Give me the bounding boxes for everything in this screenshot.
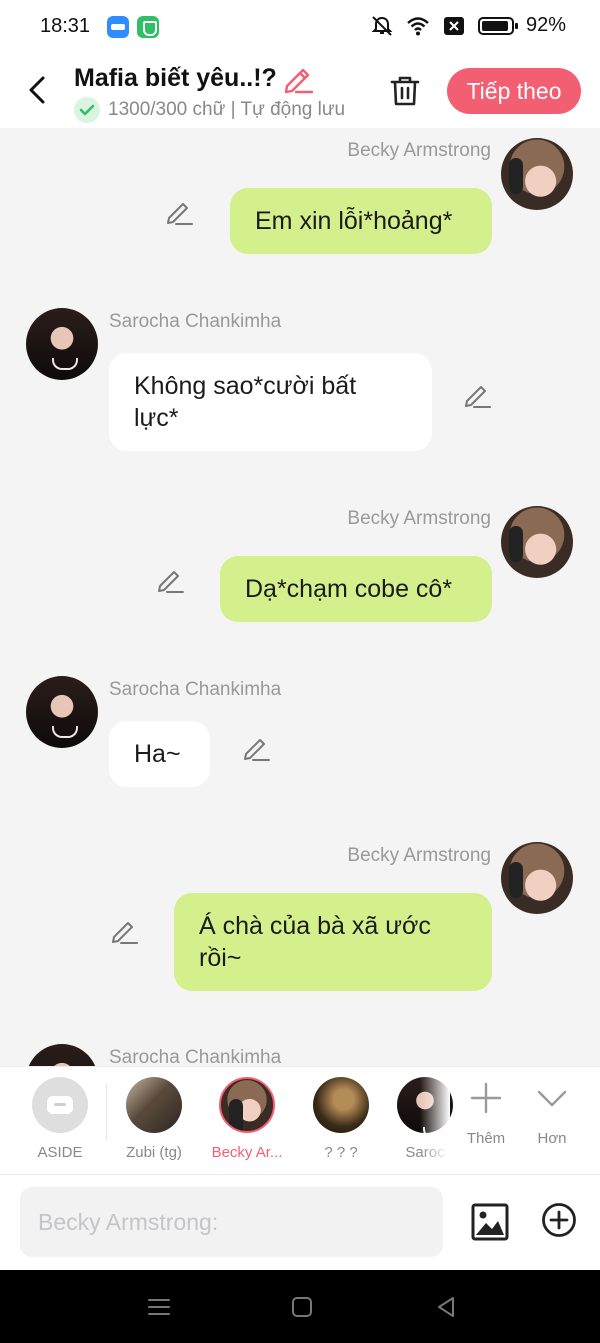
more-characters-button[interactable]: Hơn: [522, 1081, 582, 1147]
sender-name: Sarocha Chankimha: [109, 679, 282, 700]
character-selector: ASIDE Zubi (tg) Becky Ar... ? ? ? Saroc …: [0, 1066, 600, 1174]
aside-icon: [32, 1077, 88, 1133]
edit-message-icon[interactable]: [109, 916, 139, 946]
shield-app-icon: [137, 16, 159, 38]
edit-message-icon[interactable]: [241, 733, 271, 763]
edit-message-icon[interactable]: [462, 380, 492, 410]
divider: [106, 1084, 107, 1140]
image-icon[interactable]: [470, 1202, 510, 1242]
message-bubble[interactable]: Không sao*cười bất lực*: [109, 353, 432, 451]
avatar-becky[interactable]: [501, 842, 573, 914]
sender-name: Becky Armstrong: [347, 845, 491, 866]
chevron-down-icon: [537, 1090, 567, 1107]
character-becky[interactable]: Becky Ar...: [207, 1077, 287, 1161]
back-arrow-icon: [29, 76, 45, 104]
sender-name: Sarocha Chankimha: [109, 311, 282, 332]
message-composer: [0, 1174, 600, 1270]
status-icons: 92%: [370, 14, 566, 37]
character-unknown[interactable]: ? ? ?: [301, 1077, 381, 1161]
character-label: Becky Ar...: [211, 1144, 283, 1161]
story-title: Mafia biết yêu..!?: [74, 64, 277, 92]
avatar-sarocha[interactable]: [26, 676, 98, 748]
menu-icon[interactable]: [146, 1294, 172, 1320]
avatar-sarocha[interactable]: [26, 308, 98, 380]
novel-toon-app-icon: [107, 16, 129, 38]
character-label: Zubi (tg): [126, 1144, 182, 1161]
edit-title-icon[interactable]: [282, 64, 314, 94]
sender-name: Sarocha Chankimha: [109, 1047, 282, 1066]
character-label: ? ? ?: [324, 1144, 358, 1161]
character-aside[interactable]: ASIDE: [20, 1077, 100, 1161]
wifi-icon: [407, 16, 429, 35]
more-label: Hơn: [537, 1130, 567, 1147]
battery-icon: [477, 16, 518, 35]
message-bubble[interactable]: Ha~: [109, 721, 210, 787]
save-status: 1300/300 chữ | Tự động lưu: [74, 97, 345, 123]
scroll-fade: [420, 1067, 450, 1174]
home-icon[interactable]: [289, 1294, 315, 1320]
avatar-sarocha[interactable]: [26, 1044, 98, 1066]
next-button[interactable]: Tiếp theo: [447, 68, 581, 114]
avatar-unknown: [313, 1077, 369, 1133]
sender-name: Becky Armstrong: [347, 508, 491, 529]
system-navigation-bar: [0, 1270, 600, 1343]
message-input[interactable]: [20, 1187, 443, 1257]
message-bubble[interactable]: Dạ*chạm cobe cô*: [220, 556, 492, 622]
sim-off-icon: [443, 16, 464, 35]
status-time: 18:31: [40, 15, 91, 37]
avatar-becky: [219, 1077, 275, 1133]
word-count-status: 1300/300 chữ | Tự động lưu: [108, 99, 346, 120]
mute-icon: [371, 15, 393, 36]
edit-message-icon[interactable]: [155, 565, 185, 595]
character-label: ASIDE: [37, 1144, 83, 1161]
battery-percent: 92%: [525, 14, 566, 36]
message-bubble[interactable]: Á chà của bà xã ước rồi~: [174, 893, 492, 991]
sender-name: Becky Armstrong: [347, 140, 491, 161]
avatar-becky[interactable]: [501, 506, 573, 578]
message-bubble[interactable]: Em xin lỗi*hoảng*: [230, 188, 492, 254]
avatar-becky[interactable]: [501, 138, 573, 210]
editor-header: Mafia biết yêu..!? 1300/300 chữ | Tự độn…: [0, 56, 600, 128]
check-icon: [74, 97, 100, 123]
add-character-button[interactable]: Thêm: [456, 1081, 516, 1147]
avatar-zubi: [126, 1077, 182, 1133]
chat-area[interactable]: Becky Armstrong Em xin lỗi*hoảng* Saroch…: [0, 128, 600, 1066]
status-bar: 18:31 92%: [0, 0, 600, 56]
back-triangle-icon[interactable]: [433, 1294, 459, 1320]
plus-icon: [470, 1082, 502, 1114]
character-zubi[interactable]: Zubi (tg): [114, 1077, 194, 1161]
add-circle-icon[interactable]: [541, 1202, 577, 1238]
add-label: Thêm: [466, 1130, 506, 1147]
back-button[interactable]: [22, 72, 52, 108]
edit-message-icon[interactable]: [164, 197, 194, 227]
delete-button[interactable]: [385, 71, 425, 111]
trash-icon: [390, 76, 420, 106]
